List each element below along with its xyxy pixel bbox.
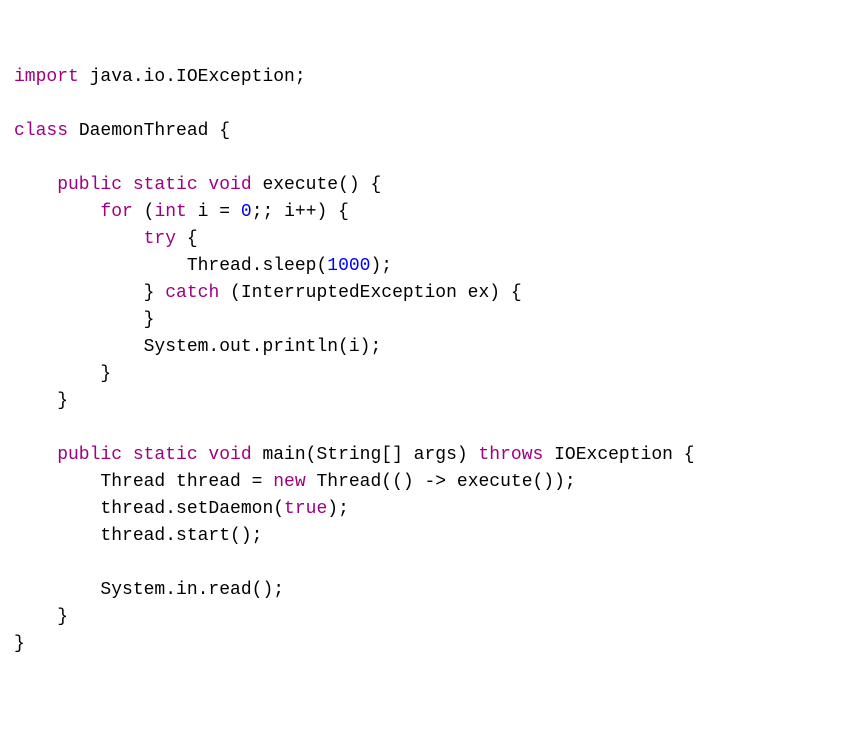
code-token: catch — [165, 283, 230, 303]
code-token: execute() { — [262, 175, 381, 195]
code-token: 0 — [241, 202, 252, 222]
code-token: true — [284, 499, 327, 519]
code-token: new — [273, 472, 316, 492]
code-token: main(String[] args) — [262, 445, 478, 465]
code-token: for — [14, 202, 144, 222]
code-token: public static void — [14, 445, 262, 465]
code-token: int — [154, 202, 197, 222]
code-token: import — [14, 67, 90, 87]
code-token: throws — [479, 445, 555, 465]
code-token: try — [14, 229, 187, 249]
code-token: java.io.IOException; — [90, 67, 306, 87]
code-token: class — [14, 121, 79, 141]
code-token: i = — [198, 202, 241, 222]
code-token: DaemonThread { — [79, 121, 230, 141]
code-block: import java.io.IOException; class Daemon… — [14, 64, 854, 658]
code-token: ;; i++) { — [252, 202, 349, 222]
code-token: public static void — [14, 175, 262, 195]
code-token: 1000 — [327, 256, 370, 276]
code-token: ( — [144, 202, 155, 222]
code-token: ); thread.start(); System.in.read(); } } — [14, 499, 349, 654]
